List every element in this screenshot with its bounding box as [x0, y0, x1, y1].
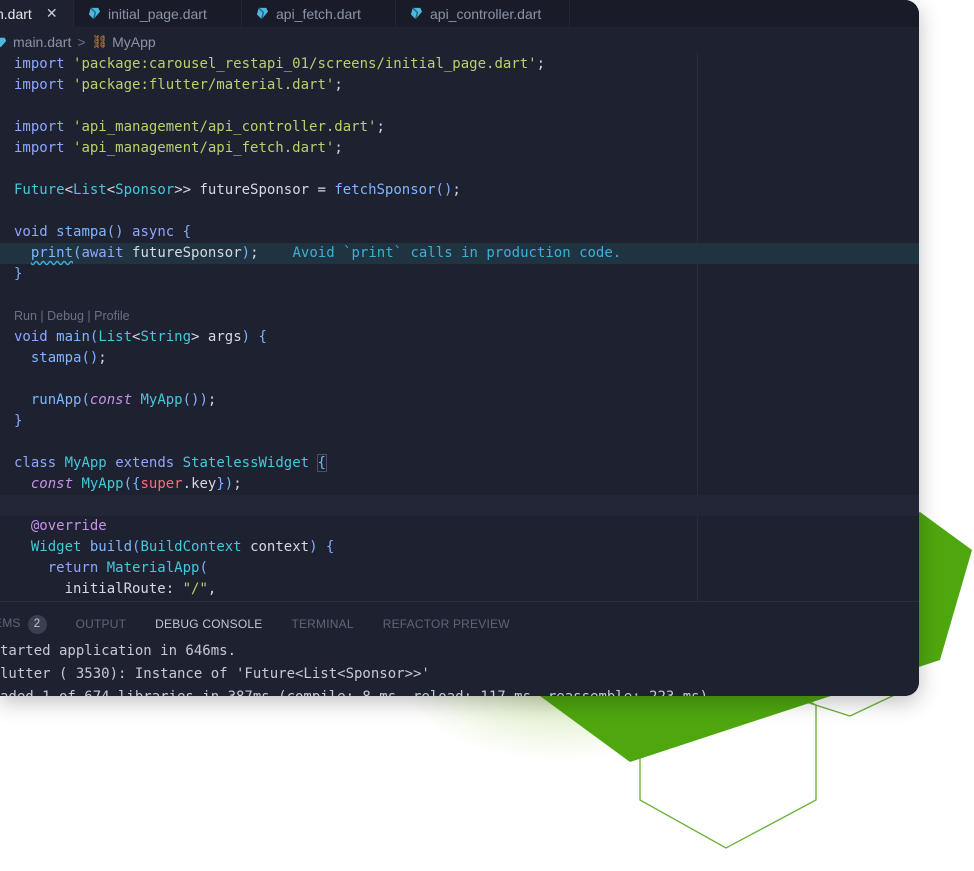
breadcrumb-symbol[interactable]: MyApp [112, 34, 156, 50]
breadcrumb-separator: > [77, 34, 86, 50]
tab-terminal[interactable]: TERMINAL [291, 617, 353, 631]
breadcrumb-file[interactable]: main.dart [13, 34, 71, 50]
code-line: import 'api_management/api_fetch.dart'; [14, 140, 343, 156]
panel-tabs: EMS2 OUTPUT DEBUG CONSOLE TERMINAL REFAC… [0, 614, 539, 634]
tab-main-dart[interactable]: h.dart ✕ [0, 0, 74, 27]
lint-message: Avoid `print` calls in production code. [292, 245, 622, 261]
tab-api-fetch[interactable]: api_fetch.dart [242, 0, 396, 27]
dart-icon [88, 7, 101, 20]
tab-bar: h.dart ✕ initial_page.dart api_fetch.dar… [0, 0, 919, 27]
code-line: stampa(); [30, 350, 107, 366]
tab-label: api_controller.dart [430, 5, 542, 22]
code-line: Run | Debug | Profile [0, 306, 919, 327]
problems-count-badge: 2 [27, 614, 47, 634]
code-line-warning: print(await futureSponsor); Avoid `print`… [0, 243, 919, 264]
console-line: aded 1 of 674 libraries in 387ms (compil… [0, 686, 716, 696]
code-line: void stampa() async { [14, 224, 192, 240]
codelens-run-debug-profile[interactable]: Run | Debug | Profile [14, 309, 130, 323]
code-line: import 'package:carousel_restapi_01/scre… [14, 56, 546, 72]
code-line: } [14, 413, 23, 429]
tab-debug-console[interactable]: DEBUG CONSOLE [155, 617, 262, 631]
code-line: Future<List<Sponsor>> futureSponsor = fe… [14, 182, 461, 198]
tab-initial-page[interactable]: initial_page.dart [74, 0, 242, 27]
tab-problems[interactable]: EMS2 [0, 614, 47, 634]
bottom-panel: EMS2 OUTPUT DEBUG CONSOLE TERMINAL REFAC… [0, 601, 919, 696]
code-line: import 'package:flutter/material.dart'; [14, 77, 343, 93]
dart-icon [0, 37, 7, 47]
tab-label: initial_page.dart [108, 5, 207, 22]
code-line: import 'api_management/api_controller.da… [14, 119, 385, 135]
code-line: } [14, 266, 23, 282]
close-icon[interactable]: ✕ [46, 5, 58, 22]
tab-output[interactable]: OUTPUT [76, 617, 127, 631]
debug-console-output[interactable]: tarted application in 646ms. lutter ( 35… [0, 640, 716, 696]
class-symbol-icon: ⛓ [91, 34, 109, 49]
code-line: void main(List<String> args) { [14, 329, 267, 345]
tab-label: h.dart [0, 5, 32, 22]
code-line: const MyApp({super.key}); [30, 476, 242, 492]
code-line: initialRoute: "/", [64, 581, 217, 597]
code-line: Widget build(BuildContext context) { [30, 539, 335, 555]
breadcrumb: main.dart > ⛓ MyApp [0, 31, 919, 53]
lint-squiggle: print [30, 245, 74, 261]
code-line: return MaterialApp( [47, 560, 208, 576]
code-line: @override [30, 518, 107, 534]
code-line: class MyApp extends StatelessWidget { [14, 454, 328, 472]
tab-api-controller[interactable]: api_controller.dart [396, 0, 570, 27]
editor-window: h.dart ✕ initial_page.dart api_fetch.dar… [0, 0, 919, 696]
console-line: lutter ( 3530): Instance of 'Future<List… [0, 666, 430, 682]
tab-label: api_fetch.dart [276, 5, 361, 22]
code-line-cursor [0, 495, 919, 516]
tab-refactor-preview[interactable]: REFACTOR PREVIEW [383, 617, 510, 631]
dart-icon [410, 7, 423, 20]
dart-icon [256, 7, 269, 20]
console-line: tarted application in 646ms. [0, 643, 237, 659]
code-line: runApp(const MyApp()); [30, 392, 217, 408]
code-editor[interactable]: import 'package:carousel_restapi_01/scre… [0, 54, 919, 600]
